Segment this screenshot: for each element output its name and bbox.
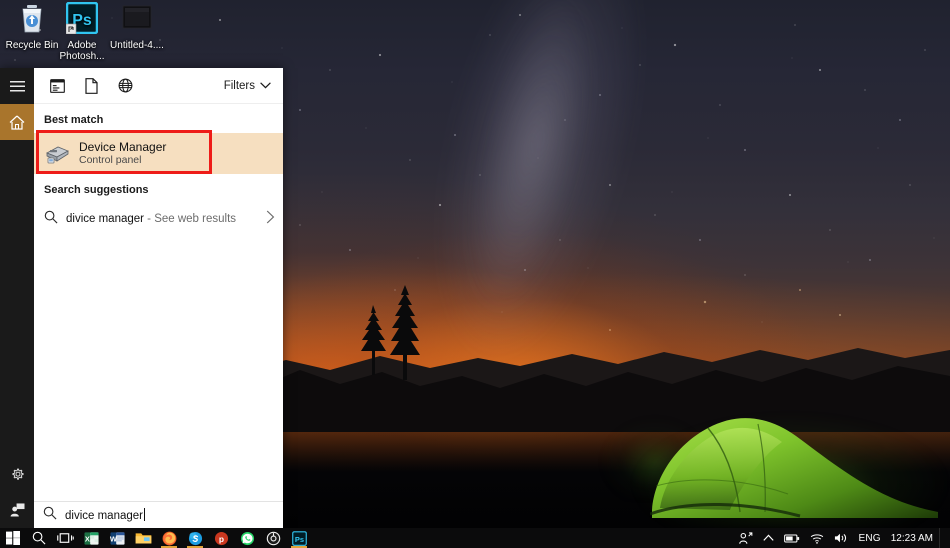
clock[interactable]: 12:23 AM xyxy=(886,528,939,548)
people-button[interactable] xyxy=(734,528,758,548)
document-icon xyxy=(84,77,98,94)
suggestion-query: divice manager xyxy=(66,213,144,225)
tab-documents[interactable] xyxy=(74,71,108,101)
photoshop-icon: Ps xyxy=(291,530,307,546)
taskbar-app-word[interactable]: W xyxy=(104,528,130,548)
globe-icon xyxy=(118,78,132,93)
search-left-rail xyxy=(0,68,34,528)
whatsapp-icon xyxy=(240,531,254,545)
search-input-value: divice manager xyxy=(65,508,145,522)
volume-button[interactable] xyxy=(829,528,853,548)
glowing-tent-icon xyxy=(650,418,938,518)
home-icon xyxy=(9,115,25,130)
apps-icon xyxy=(49,78,65,93)
search-icon xyxy=(44,210,66,229)
taskbar-app-potplayer[interactable]: p xyxy=(208,528,234,548)
search-filter-toolbar: Filters xyxy=(34,68,283,104)
battery-button[interactable] xyxy=(779,528,805,548)
taskbar-app-whatsapp[interactable] xyxy=(234,528,260,548)
feedback-button[interactable] xyxy=(0,492,34,528)
tab-apps[interactable] xyxy=(40,71,74,101)
filters-label: Filters xyxy=(223,79,255,92)
pine-trees-icon xyxy=(361,285,420,380)
taskbar-app-file-explorer[interactable] xyxy=(130,528,156,548)
task-view-button[interactable] xyxy=(52,528,78,548)
language-label: ENG xyxy=(858,532,881,544)
best-match-title: Device Manager xyxy=(79,140,167,155)
taskbar-search-button[interactable] xyxy=(26,528,52,548)
show-hidden-icons-button[interactable] xyxy=(758,528,779,548)
people-icon xyxy=(739,531,753,544)
best-match-subtitle: Control panel xyxy=(79,154,142,167)
taskbar: X W p Ps ENG 12:23 AM xyxy=(0,528,950,548)
volume-icon xyxy=(835,533,847,543)
desktop-icon-untitled-4[interactable]: Untitled-4.... xyxy=(105,2,169,51)
show-desktop-button[interactable] xyxy=(939,528,945,548)
search-suggestion-item[interactable]: divice manager - See web results xyxy=(34,203,283,235)
excel-icon: X xyxy=(83,531,99,545)
battery-icon xyxy=(784,533,800,543)
best-match-result-device-manager[interactable]: Device Manager Control panel xyxy=(34,130,283,174)
chevron-up-icon xyxy=(763,534,775,541)
taskbar-app-photoshop[interactable]: Ps xyxy=(286,528,312,548)
filters-button[interactable]: Filters xyxy=(222,76,273,96)
svg-text:Ps: Ps xyxy=(294,534,303,543)
taskbar-app-excel[interactable]: X xyxy=(78,528,104,548)
desktop-screen: Recycle Bin Ps Adobe Photosh... Untitled… xyxy=(0,0,950,548)
search-input[interactable]: divice manager xyxy=(34,501,283,528)
sidebar-item-home[interactable] xyxy=(0,104,34,140)
suggestion-text: divice manager - See web results xyxy=(66,213,236,225)
wifi-icon xyxy=(811,533,824,544)
gear-icon xyxy=(12,468,23,480)
start-button[interactable] xyxy=(0,528,26,548)
search-rail-bottom xyxy=(0,456,34,528)
search-suggestions-heading: Search suggestions xyxy=(44,184,149,196)
desktop-icon-label: Untitled-4.... xyxy=(110,40,164,51)
suggestion-suffix: - See web results xyxy=(143,213,237,225)
folder-icon xyxy=(135,533,151,544)
hamburger-menu-button[interactable] xyxy=(0,68,34,104)
taskbar-app-media-player[interactable] xyxy=(260,528,286,548)
skype-icon xyxy=(188,531,202,545)
tab-web[interactable] xyxy=(108,71,142,101)
svg-text:X: X xyxy=(84,534,89,543)
potplayer-icon: p xyxy=(214,531,228,545)
taskbar-app-firefox[interactable] xyxy=(156,528,182,548)
search-flyout-panel: Filters Best match Device Manager Contro… xyxy=(0,68,283,528)
taskbar-app-skype[interactable] xyxy=(182,528,208,548)
best-match-heading: Best match xyxy=(44,114,104,126)
chevron-right-icon[interactable] xyxy=(266,210,275,229)
task-view-icon xyxy=(56,532,74,543)
photoshop-document-icon xyxy=(105,2,169,36)
word-icon: W xyxy=(110,531,125,545)
svg-text:p: p xyxy=(218,533,223,543)
search-icon xyxy=(43,506,65,525)
language-indicator[interactable]: ENG xyxy=(853,528,885,548)
media-player-icon xyxy=(266,531,280,545)
network-button[interactable] xyxy=(805,528,829,548)
clock-time: 12:23 AM xyxy=(890,532,933,544)
device-manager-icon xyxy=(44,141,70,167)
search-results-list: Best match Device Manager Control panel … xyxy=(34,104,283,528)
best-match-text: Device Manager Control panel xyxy=(79,140,166,167)
feedback-icon xyxy=(10,503,24,517)
system-tray: ENG 12:23 AM xyxy=(734,528,950,548)
windows-logo-icon xyxy=(6,531,20,545)
search-input-text: divice manager xyxy=(65,510,143,522)
firefox-icon xyxy=(162,531,176,545)
search-results-panel: Filters Best match Device Manager Contro… xyxy=(34,68,283,528)
taskbar-pinned-area: X W p Ps xyxy=(0,528,312,548)
search-icon xyxy=(32,531,46,545)
chevron-down-icon xyxy=(260,82,271,89)
settings-button[interactable] xyxy=(0,456,34,492)
text-caret xyxy=(143,508,145,521)
hamburger-icon xyxy=(9,80,25,91)
svg-text:W: W xyxy=(110,534,118,543)
